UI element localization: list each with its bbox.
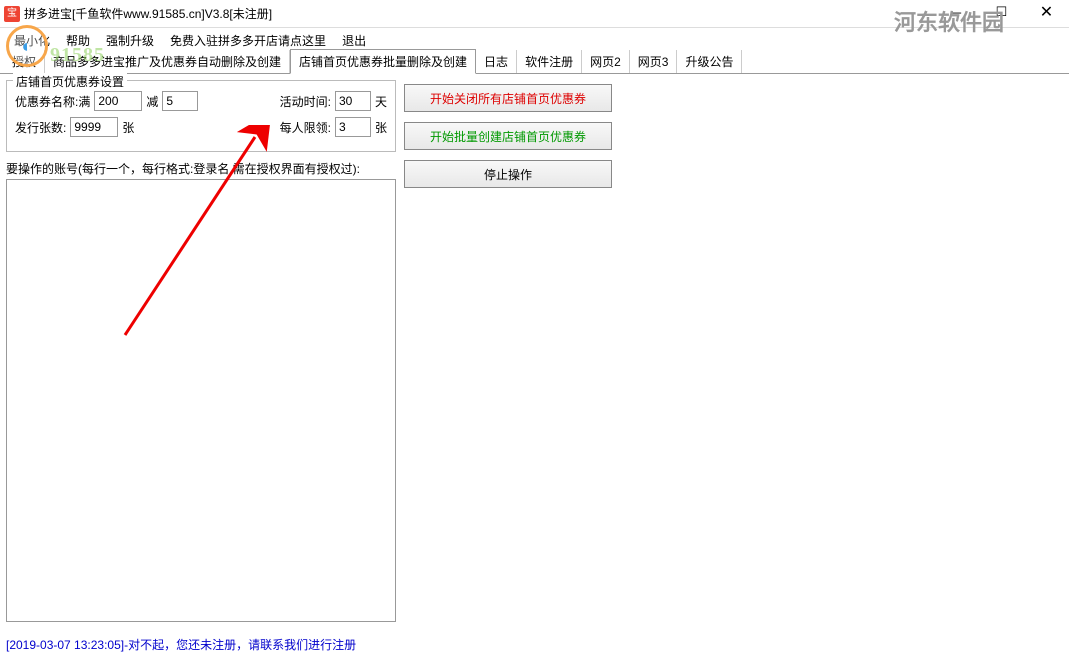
tabbar: 授权 商品多多进宝推广及优惠券自动删除及创建 店铺首页优惠券批量删除及创建 日志… [0, 52, 1069, 74]
coupon-settings-group: 店铺首页优惠券设置 优惠券名称:满 减 活动时间: 天 发行张数: 张 每人限领… [6, 80, 396, 152]
left-column: 店铺首页优惠券设置 优惠券名称:满 减 活动时间: 天 发行张数: 张 每人限领… [6, 80, 396, 622]
batch-create-button[interactable]: 开始批量创建店铺首页优惠券 [404, 122, 612, 150]
watermark-text: 河东软件园 [894, 5, 1004, 37]
tab-web2[interactable]: 网页2 [582, 50, 630, 73]
tab-register[interactable]: 软件注册 [517, 50, 582, 73]
tab-shop-coupon[interactable]: 店铺首页优惠券批量删除及创建 [290, 49, 476, 74]
menu-exit[interactable]: 退出 [336, 30, 372, 51]
activity-time-label: 活动时间: [280, 93, 331, 110]
sheet-label-2: 张 [375, 119, 387, 136]
content-area: 店铺首页优惠券设置 优惠券名称:满 减 活动时间: 天 发行张数: 张 每人限领… [0, 74, 1069, 628]
limit-label: 每人限领: [280, 119, 331, 136]
menu-free-open-shop[interactable]: 免费入驻拼多多开店请点这里 [164, 30, 332, 51]
menu-force-upgrade[interactable]: 强制升级 [100, 30, 160, 51]
tab-log[interactable]: 日志 [476, 50, 517, 73]
brand-overlay-text: 91585 [50, 44, 105, 67]
tab-web3[interactable]: 网页3 [630, 50, 678, 73]
limit-input[interactable] [335, 117, 371, 137]
sheet-label: 张 [122, 119, 134, 136]
close-button[interactable]: ✕ [1024, 0, 1069, 24]
app-icon: 宝 [4, 6, 20, 22]
group-legend: 店铺首页优惠券设置 [13, 73, 127, 90]
accounts-textarea[interactable] [6, 179, 396, 622]
issue-count-input[interactable] [70, 117, 118, 137]
statusbar: [2019-03-07 13:23:05]-对不起，您还未注册，请联系我们进行注… [0, 634, 1069, 652]
coupon-name-label: 优惠券名称:满 [15, 93, 90, 110]
window-title: 拼多进宝[千鱼软件www.91585.cn]V3.8[未注册] [24, 5, 272, 22]
coupon-full-input[interactable] [94, 91, 142, 111]
tab-upgrade-notice[interactable]: 升级公告 [677, 50, 742, 73]
issue-count-label: 发行张数: [15, 119, 66, 136]
accounts-label: 要操作的账号(每行一个，每行格式:登录名.需在授权界面有授权过): [6, 160, 396, 177]
activity-time-input[interactable] [335, 91, 371, 111]
coupon-minus-input[interactable] [162, 91, 198, 111]
minus-label: 减 [146, 93, 158, 110]
stop-button[interactable]: 停止操作 [404, 160, 612, 188]
day-label: 天 [375, 93, 387, 110]
close-all-coupons-button[interactable]: 开始关闭所有店铺首页优惠券 [404, 84, 612, 112]
brand-logo-icon: ◐ [6, 25, 48, 67]
right-column: 开始关闭所有店铺首页优惠券 开始批量创建店铺首页优惠券 停止操作 [404, 80, 1063, 622]
